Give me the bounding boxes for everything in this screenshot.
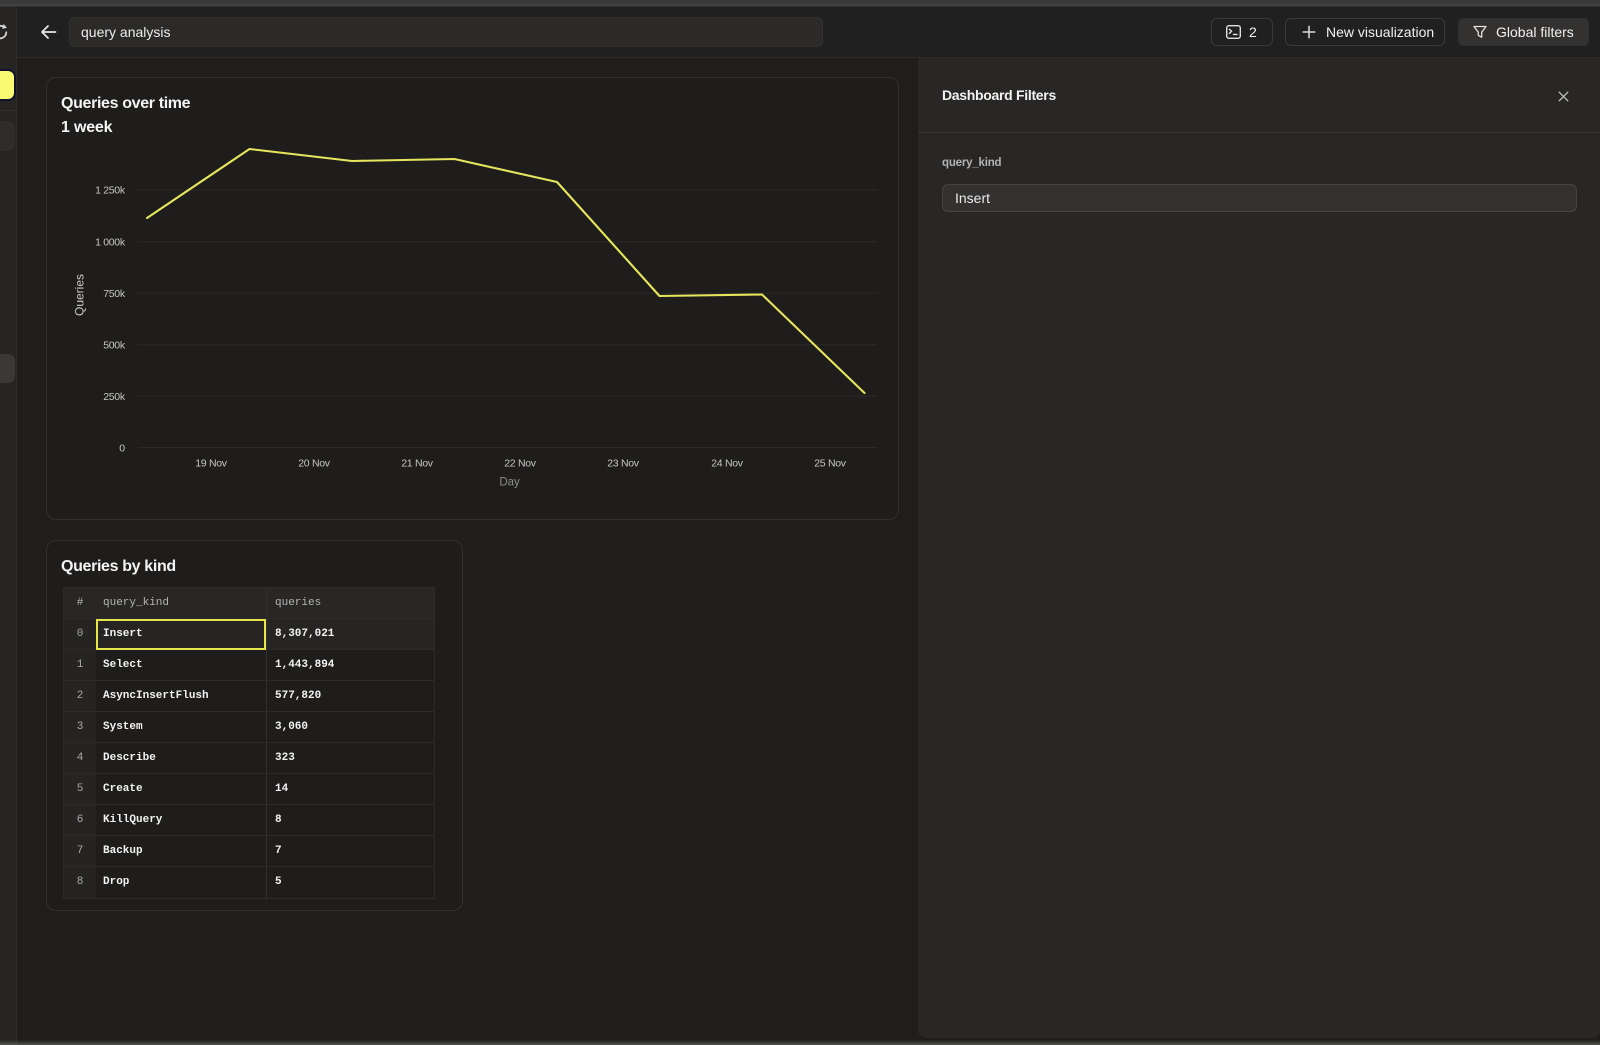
svg-text:Queries: Queries [73, 274, 87, 316]
svg-text:250k: 250k [103, 391, 126, 403]
svg-text:1 000k: 1 000k [95, 237, 126, 249]
svg-text:22 Nov: 22 Nov [504, 458, 537, 470]
svg-text:23 Nov: 23 Nov [607, 458, 640, 470]
svg-text:0: 0 [119, 442, 125, 454]
svg-text:750k: 750k [103, 288, 126, 300]
svg-text:24 Nov: 24 Nov [711, 458, 744, 470]
svg-text:500k: 500k [103, 340, 126, 352]
svg-text:19 Nov: 19 Nov [195, 458, 228, 470]
svg-text:Day: Day [499, 477, 520, 489]
svg-text:1 250k: 1 250k [95, 185, 126, 197]
svg-text:25 Nov: 25 Nov [814, 458, 847, 470]
svg-text:20 Nov: 20 Nov [298, 458, 331, 470]
svg-text:21 Nov: 21 Nov [401, 458, 434, 470]
